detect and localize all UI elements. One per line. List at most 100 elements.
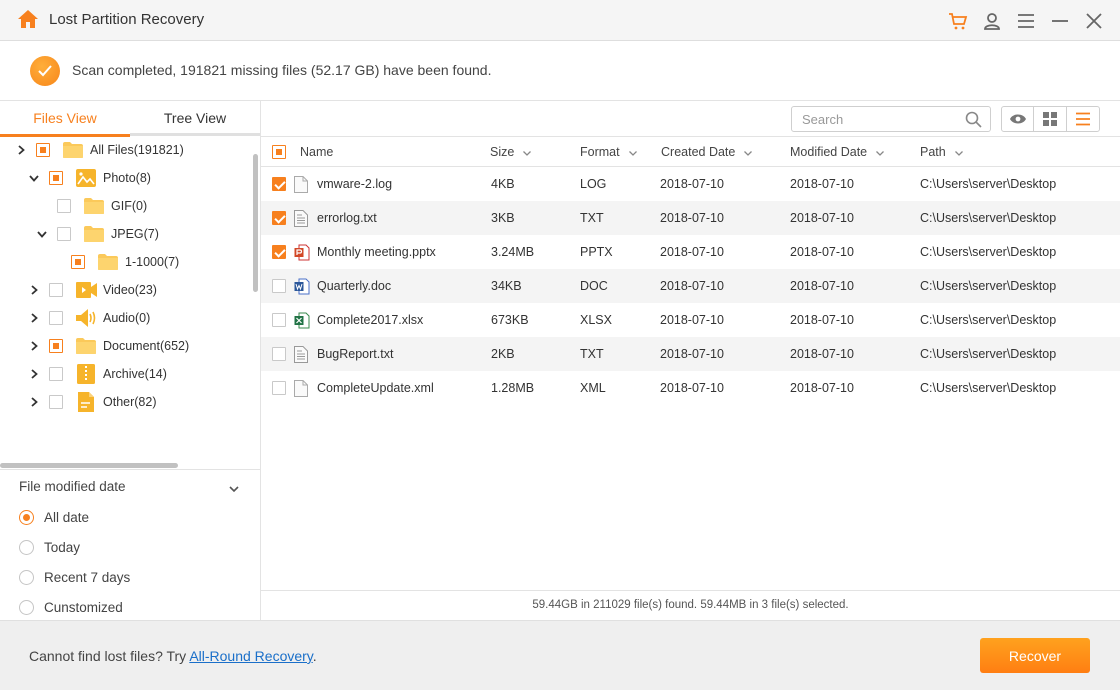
tree-item-label: Archive(14) xyxy=(103,367,167,381)
cell-size: 2KB xyxy=(491,347,515,361)
chevron-down-icon[interactable] xyxy=(229,481,239,496)
tree-item[interactable]: Video(23) xyxy=(27,276,157,304)
chevron-down-icon[interactable] xyxy=(35,227,49,241)
radio-button[interactable] xyxy=(19,509,34,525)
chevron-right-icon[interactable] xyxy=(27,283,41,297)
tree-item-checkbox[interactable] xyxy=(49,367,63,381)
recover-button[interactable]: Recover xyxy=(980,638,1090,673)
close-icon[interactable] xyxy=(1077,0,1111,41)
select-all-checkbox[interactable] xyxy=(272,145,286,159)
tree-item[interactable]: Audio(0) xyxy=(27,304,150,332)
tree-item-checkbox[interactable] xyxy=(49,283,63,297)
row-checkbox[interactable] xyxy=(272,279,286,293)
tree-vertical-scrollbar[interactable] xyxy=(253,154,258,292)
tree-item-checkbox[interactable] xyxy=(49,311,63,325)
chevron-down-icon[interactable] xyxy=(523,137,532,167)
chevron-down-icon[interactable] xyxy=(27,171,41,185)
other-file-icon xyxy=(75,392,97,412)
table-row[interactable]: Monthly meeting.pptx 3.24MB PPTX 2018-07-10… xyxy=(261,235,1120,269)
radio-button[interactable] xyxy=(19,599,34,615)
tree-item[interactable]: Photo(8) xyxy=(27,164,151,192)
column-header-format[interactable]: Format xyxy=(580,137,637,167)
menu-icon[interactable] xyxy=(1009,0,1043,41)
row-checkbox[interactable] xyxy=(272,313,286,327)
text-file-icon xyxy=(294,209,310,227)
tree-item-checkbox[interactable] xyxy=(71,255,85,269)
eye-icon[interactable] xyxy=(1002,107,1035,131)
radio-label: Recent 7 days xyxy=(44,569,131,585)
list-icon[interactable] xyxy=(1067,107,1099,131)
column-header-size[interactable]: Size xyxy=(490,137,532,167)
file-name: Quarterly.doc xyxy=(317,279,392,293)
radio-today[interactable]: Today xyxy=(19,537,80,557)
tree-item[interactable]: GIF(0) xyxy=(35,192,147,220)
column-header-name[interactable]: Name xyxy=(300,137,333,167)
log-file-icon xyxy=(294,175,310,193)
cell-format: TXT xyxy=(580,211,604,225)
tree-item[interactable]: JPEG(7) xyxy=(35,220,159,248)
folder-icon xyxy=(75,336,97,356)
tab-files-view[interactable]: Files View xyxy=(0,101,130,137)
chevron-down-icon[interactable] xyxy=(954,137,963,167)
tree-item-checkbox[interactable] xyxy=(57,227,71,241)
chevron-down-icon[interactable] xyxy=(628,137,637,167)
search-icon[interactable] xyxy=(965,111,982,131)
row-checkbox[interactable] xyxy=(272,347,286,361)
cart-icon[interactable] xyxy=(941,0,975,41)
radio-button[interactable] xyxy=(19,539,34,555)
column-header-modified-date[interactable]: Modified Date xyxy=(790,137,885,167)
column-header-path[interactable]: Path xyxy=(920,137,963,167)
chevron-down-icon[interactable] xyxy=(744,137,753,167)
chevron-right-icon[interactable] xyxy=(14,143,28,157)
tree-item[interactable]: Archive(14) xyxy=(27,360,167,388)
all-round-recovery-link[interactable]: All-Round Recovery xyxy=(189,648,312,664)
radio-button[interactable] xyxy=(19,569,34,585)
cell-path: C:\Users\server\Desktop xyxy=(920,245,1057,259)
grid-icon[interactable] xyxy=(1034,107,1067,131)
view-mode-switcher xyxy=(1001,106,1100,132)
row-checkbox[interactable] xyxy=(272,381,286,395)
row-checkbox[interactable] xyxy=(272,211,286,225)
footer-hint: Cannot find lost files? Try All-Round Re… xyxy=(29,648,317,664)
chevron-right-icon[interactable] xyxy=(27,367,41,381)
home-icon[interactable] xyxy=(17,9,39,29)
table-row[interactable]: Complete2017.xlsx 673KB XLSX 2018-07-10 2018… xyxy=(261,303,1120,337)
tree-item[interactable]: 1-1000(7) xyxy=(49,248,179,276)
table-row[interactable]: vmware-2.log 4KB LOG 2018-07-10 2018-07-10 C:… xyxy=(261,167,1120,201)
user-icon[interactable] xyxy=(975,0,1009,41)
cell-name: errorlog.txt xyxy=(294,201,377,235)
tree-item-checkbox[interactable] xyxy=(49,171,63,185)
table-row[interactable]: BugReport.txt 2KB TXT 2018-07-10 2018-07-10 C… xyxy=(261,337,1120,371)
table-row[interactable]: CompleteUpdate.xml 1.28MB XML 2018-07-10 201… xyxy=(261,371,1120,405)
tree-horizontal-scrollbar[interactable] xyxy=(0,463,178,468)
tree-item-label: Photo(8) xyxy=(103,171,151,185)
tree-item[interactable]: Other(82) xyxy=(27,388,157,416)
cell-size: 34KB xyxy=(491,279,522,293)
radio-all-date[interactable]: All date xyxy=(19,507,89,527)
tree-item[interactable]: All Files(191821) xyxy=(14,136,184,164)
minimize-icon[interactable] xyxy=(1043,0,1077,41)
row-checkbox[interactable] xyxy=(272,245,286,259)
radio-customized[interactable]: Cunstomized xyxy=(19,597,123,617)
radio-recent-7-days[interactable]: Recent 7 days xyxy=(19,567,130,587)
tree-item-checkbox[interactable] xyxy=(49,339,63,353)
table-row[interactable]: Quarterly.doc 34KB DOC 2018-07-10 2018-07-10… xyxy=(261,269,1120,303)
tree-item-label: 1-1000(7) xyxy=(125,255,180,269)
chevron-right-icon[interactable] xyxy=(27,339,41,353)
table-header: Name Size Format Created Date Modified D… xyxy=(261,137,1120,167)
cell-size: 1.28MB xyxy=(491,381,535,395)
search-input[interactable] xyxy=(802,107,962,131)
tree-item[interactable]: Document(652) xyxy=(27,332,189,360)
table-row[interactable]: errorlog.txt 3KB TXT 2018-07-10 2018-07-10 C:… xyxy=(261,201,1120,235)
tree-item-checkbox[interactable] xyxy=(57,199,71,213)
column-header-created-date[interactable]: Created Date xyxy=(661,137,753,167)
scan-status-message: Scan completed, 191821 missing files (52… xyxy=(72,62,492,78)
row-checkbox[interactable] xyxy=(272,177,286,191)
tab-tree-view[interactable]: Tree View xyxy=(130,101,260,136)
chevron-right-icon[interactable] xyxy=(27,395,41,409)
cell-size: 3KB xyxy=(491,211,515,225)
chevron-right-icon[interactable] xyxy=(27,311,41,325)
tree-item-checkbox[interactable] xyxy=(36,143,50,157)
chevron-down-icon[interactable] xyxy=(876,137,885,167)
tree-item-checkbox[interactable] xyxy=(49,395,63,409)
